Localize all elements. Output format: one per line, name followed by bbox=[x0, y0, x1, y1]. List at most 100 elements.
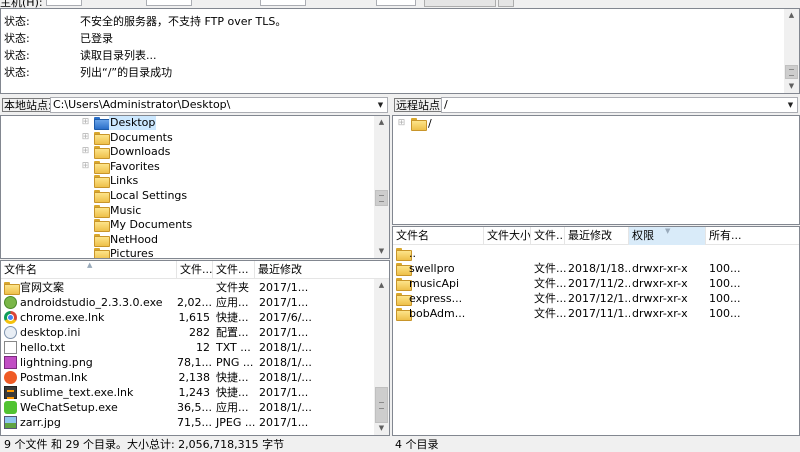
file-permissions: drwxr-xr-x bbox=[632, 307, 688, 320]
tree-item-label: Local Settings bbox=[110, 189, 188, 202]
local-file-row[interactable]: sublime_text.exe.lnk 1,243 快捷... 2017/1... bbox=[1, 385, 373, 400]
remote-path-dropdown-icon[interactable]: ▼ bbox=[784, 98, 797, 112]
scroll-down-icon[interactable]: ▼ bbox=[375, 245, 388, 258]
file-size: 1,243 bbox=[178, 386, 211, 399]
column-owner[interactable]: 所有... bbox=[706, 227, 799, 245]
local-tree-item[interactable]: Pictures bbox=[81, 246, 361, 259]
local-site-label: 本地站点: bbox=[2, 98, 54, 112]
log-entry-status: 状态: bbox=[4, 32, 30, 45]
file-modified: 2017/1... bbox=[259, 416, 309, 429]
documents-folder-icon bbox=[94, 131, 110, 145]
expand-icon[interactable]: ⊞ bbox=[81, 147, 90, 156]
column-filesize[interactable]: 文件大小 bbox=[484, 227, 531, 245]
local-file-row[interactable]: lightning.png 78,1... PNG ... 2018/1/... bbox=[1, 355, 373, 370]
file-name: express... bbox=[409, 292, 463, 305]
column-filetype[interactable]: 文件... bbox=[213, 261, 255, 279]
log-entry-message: 读取目录列表... bbox=[80, 49, 157, 62]
local-tree-item[interactable]: ⊞ Downloads bbox=[81, 144, 361, 160]
local-tree-item[interactable]: Local Settings bbox=[81, 188, 361, 203]
scroll-up-icon[interactable]: ▲ bbox=[375, 116, 388, 129]
scroll-up-icon[interactable]: ▲ bbox=[785, 9, 798, 22]
column-filesize[interactable]: 文件... bbox=[177, 261, 213, 279]
local-tree-item[interactable]: Links bbox=[81, 173, 361, 189]
local-file-row[interactable]: desktop.ini 282 配置... 2017/1... bbox=[1, 325, 373, 340]
tree-item-label: Pictures bbox=[110, 247, 154, 259]
local-status-text: 9 个文件 和 29 个目录。大小总计: 2,056,718,315 字节 bbox=[4, 438, 285, 451]
log-entry: 状态: 列出“/”的目录成功 bbox=[4, 64, 764, 81]
scroll-up-icon[interactable]: ▲ bbox=[375, 279, 388, 292]
local-list-scroll-thumb[interactable] bbox=[375, 387, 388, 423]
remote-tree-root[interactable]: ⊞ / bbox=[397, 116, 457, 131]
host-input[interactable] bbox=[46, 0, 82, 6]
remote-file-row[interactable]: bobAdm... 文件... 2017/11/1... drwxr-xr-x 100.… bbox=[393, 306, 799, 321]
local-tree-scrollbar[interactable]: ▲ ▼ bbox=[374, 116, 389, 258]
local-tree-item[interactable]: ⊞ Documents bbox=[81, 130, 361, 145]
file-type: 应用... bbox=[216, 296, 249, 309]
file-modified: 2017/6/... bbox=[259, 311, 312, 324]
expand-icon[interactable]: ⊞ bbox=[397, 119, 406, 128]
file-type bbox=[532, 246, 566, 261]
local-file-row[interactable]: hello.txt 12 TXT ... 2018/1/... bbox=[1, 340, 373, 355]
column-filetype[interactable]: 文件... bbox=[531, 227, 565, 245]
quickconnect-button[interactable] bbox=[424, 0, 496, 7]
file-name: androidstudio_2.3.3.0.exe bbox=[20, 296, 163, 309]
file-name: .. bbox=[409, 247, 416, 260]
scroll-down-icon[interactable]: ▼ bbox=[785, 80, 798, 93]
remote-list-header: 文件名 文件大小 文件... 最近修改 权限 ▼ 所有... bbox=[393, 227, 799, 245]
folder-icon bbox=[94, 248, 110, 258]
file-owner bbox=[707, 246, 797, 261]
local-file-row[interactable]: zarr.jpg 71,5... JPEG ... 2017/1... bbox=[1, 415, 373, 430]
file-size: 71,5... bbox=[177, 416, 212, 429]
remote-file-row[interactable]: .. bbox=[393, 246, 799, 261]
file-size: 2,02... bbox=[177, 296, 212, 309]
port-input[interactable] bbox=[376, 0, 416, 6]
scroll-down-icon[interactable]: ▼ bbox=[375, 422, 388, 435]
remote-status-text: 4 个目录 bbox=[395, 438, 439, 451]
local-file-row[interactable]: 官网文案 文件夹 2017/1... bbox=[1, 280, 373, 295]
local-tree-item[interactable]: Music bbox=[81, 203, 361, 218]
sort-ascending-icon: ▲ bbox=[87, 261, 93, 269]
file-name: sublime_text.exe.lnk bbox=[20, 386, 134, 399]
downloads-folder-icon bbox=[94, 146, 110, 160]
remote-file-row[interactable]: express... 文件... 2017/12/1... drwxr-xr-x 100… bbox=[393, 291, 799, 306]
local-file-list[interactable]: 文件名 ▲ 文件... 文件... 最近修改 官网文案 文件夹 2017/1... a… bbox=[0, 260, 390, 436]
password-input[interactable] bbox=[260, 0, 306, 6]
quickconnect-dropdown-button[interactable] bbox=[498, 0, 514, 7]
remote-path-input[interactable]: / bbox=[441, 97, 798, 113]
remote-file-list[interactable]: 文件名 文件大小 文件... 最近修改 权限 ▼ 所有... .. swellpr… bbox=[392, 226, 800, 436]
expand-icon[interactable]: ⊞ bbox=[81, 118, 90, 127]
chrome-icon bbox=[4, 311, 17, 324]
log-scroll-thumb[interactable] bbox=[785, 65, 798, 79]
column-modified[interactable]: 最近修改 bbox=[565, 227, 629, 245]
file-modified: 2018/1/... bbox=[259, 401, 312, 414]
remote-file-row[interactable]: musicApi 文件... 2017/11/2... drwxr-xr-x 100..… bbox=[393, 276, 799, 291]
file-type: TXT ... bbox=[216, 341, 251, 354]
local-list-scrollbar[interactable]: ▲ ▼ bbox=[374, 279, 389, 435]
file-size bbox=[177, 280, 213, 295]
local-file-row[interactable]: Postman.lnk 2,138 快捷... 2018/1/... bbox=[1, 370, 373, 385]
file-permissions bbox=[630, 246, 706, 261]
local-tree-item[interactable]: NetHood bbox=[81, 232, 361, 247]
remote-file-row[interactable]: swellpro 文件... 2018/1/18... drwxr-xr-x 100..… bbox=[393, 261, 799, 276]
file-type: 配置... bbox=[216, 326, 249, 339]
local-tree-item[interactable]: My Documents bbox=[81, 217, 361, 233]
column-modified[interactable]: 最近修改 bbox=[255, 261, 375, 279]
local-path-dropdown-icon[interactable]: ▼ bbox=[374, 98, 387, 112]
username-input[interactable] bbox=[146, 0, 192, 6]
column-filename[interactable]: 文件名 bbox=[393, 227, 484, 245]
file-owner: 100... bbox=[709, 307, 741, 320]
local-file-row[interactable]: androidstudio_2.3.3.0.exe 2,02... 应用... 201… bbox=[1, 295, 373, 310]
android-studio-icon bbox=[4, 296, 17, 309]
expand-icon[interactable]: ⊞ bbox=[81, 132, 90, 142]
expand-icon[interactable]: ⊞ bbox=[81, 161, 90, 171]
local-tree-scroll-thumb[interactable] bbox=[375, 190, 388, 206]
local-directory-tree[interactable]: ⊞ Desktop ⊞ Documents ⊞ Downloads ⊞ Favorites Li… bbox=[0, 115, 390, 259]
local-file-row[interactable]: chrome.exe.lnk 1,615 快捷... 2017/6/... bbox=[1, 310, 373, 325]
local-file-row[interactable]: WeChatSetup.exe 36,5... 应用... 2018/1/... bbox=[1, 400, 373, 415]
remote-directory-tree[interactable]: ⊞ / bbox=[392, 115, 800, 225]
local-path-input[interactable]: C:\Users\Administrator\Desktop\ bbox=[50, 97, 388, 113]
log-scrollbar[interactable]: ▲ ▼ bbox=[784, 9, 799, 93]
local-tree-item[interactable]: ⊞ Favorites bbox=[81, 159, 361, 174]
desktop-folder-icon bbox=[94, 117, 110, 130]
local-tree-item[interactable]: ⊞ Desktop bbox=[81, 116, 361, 130]
